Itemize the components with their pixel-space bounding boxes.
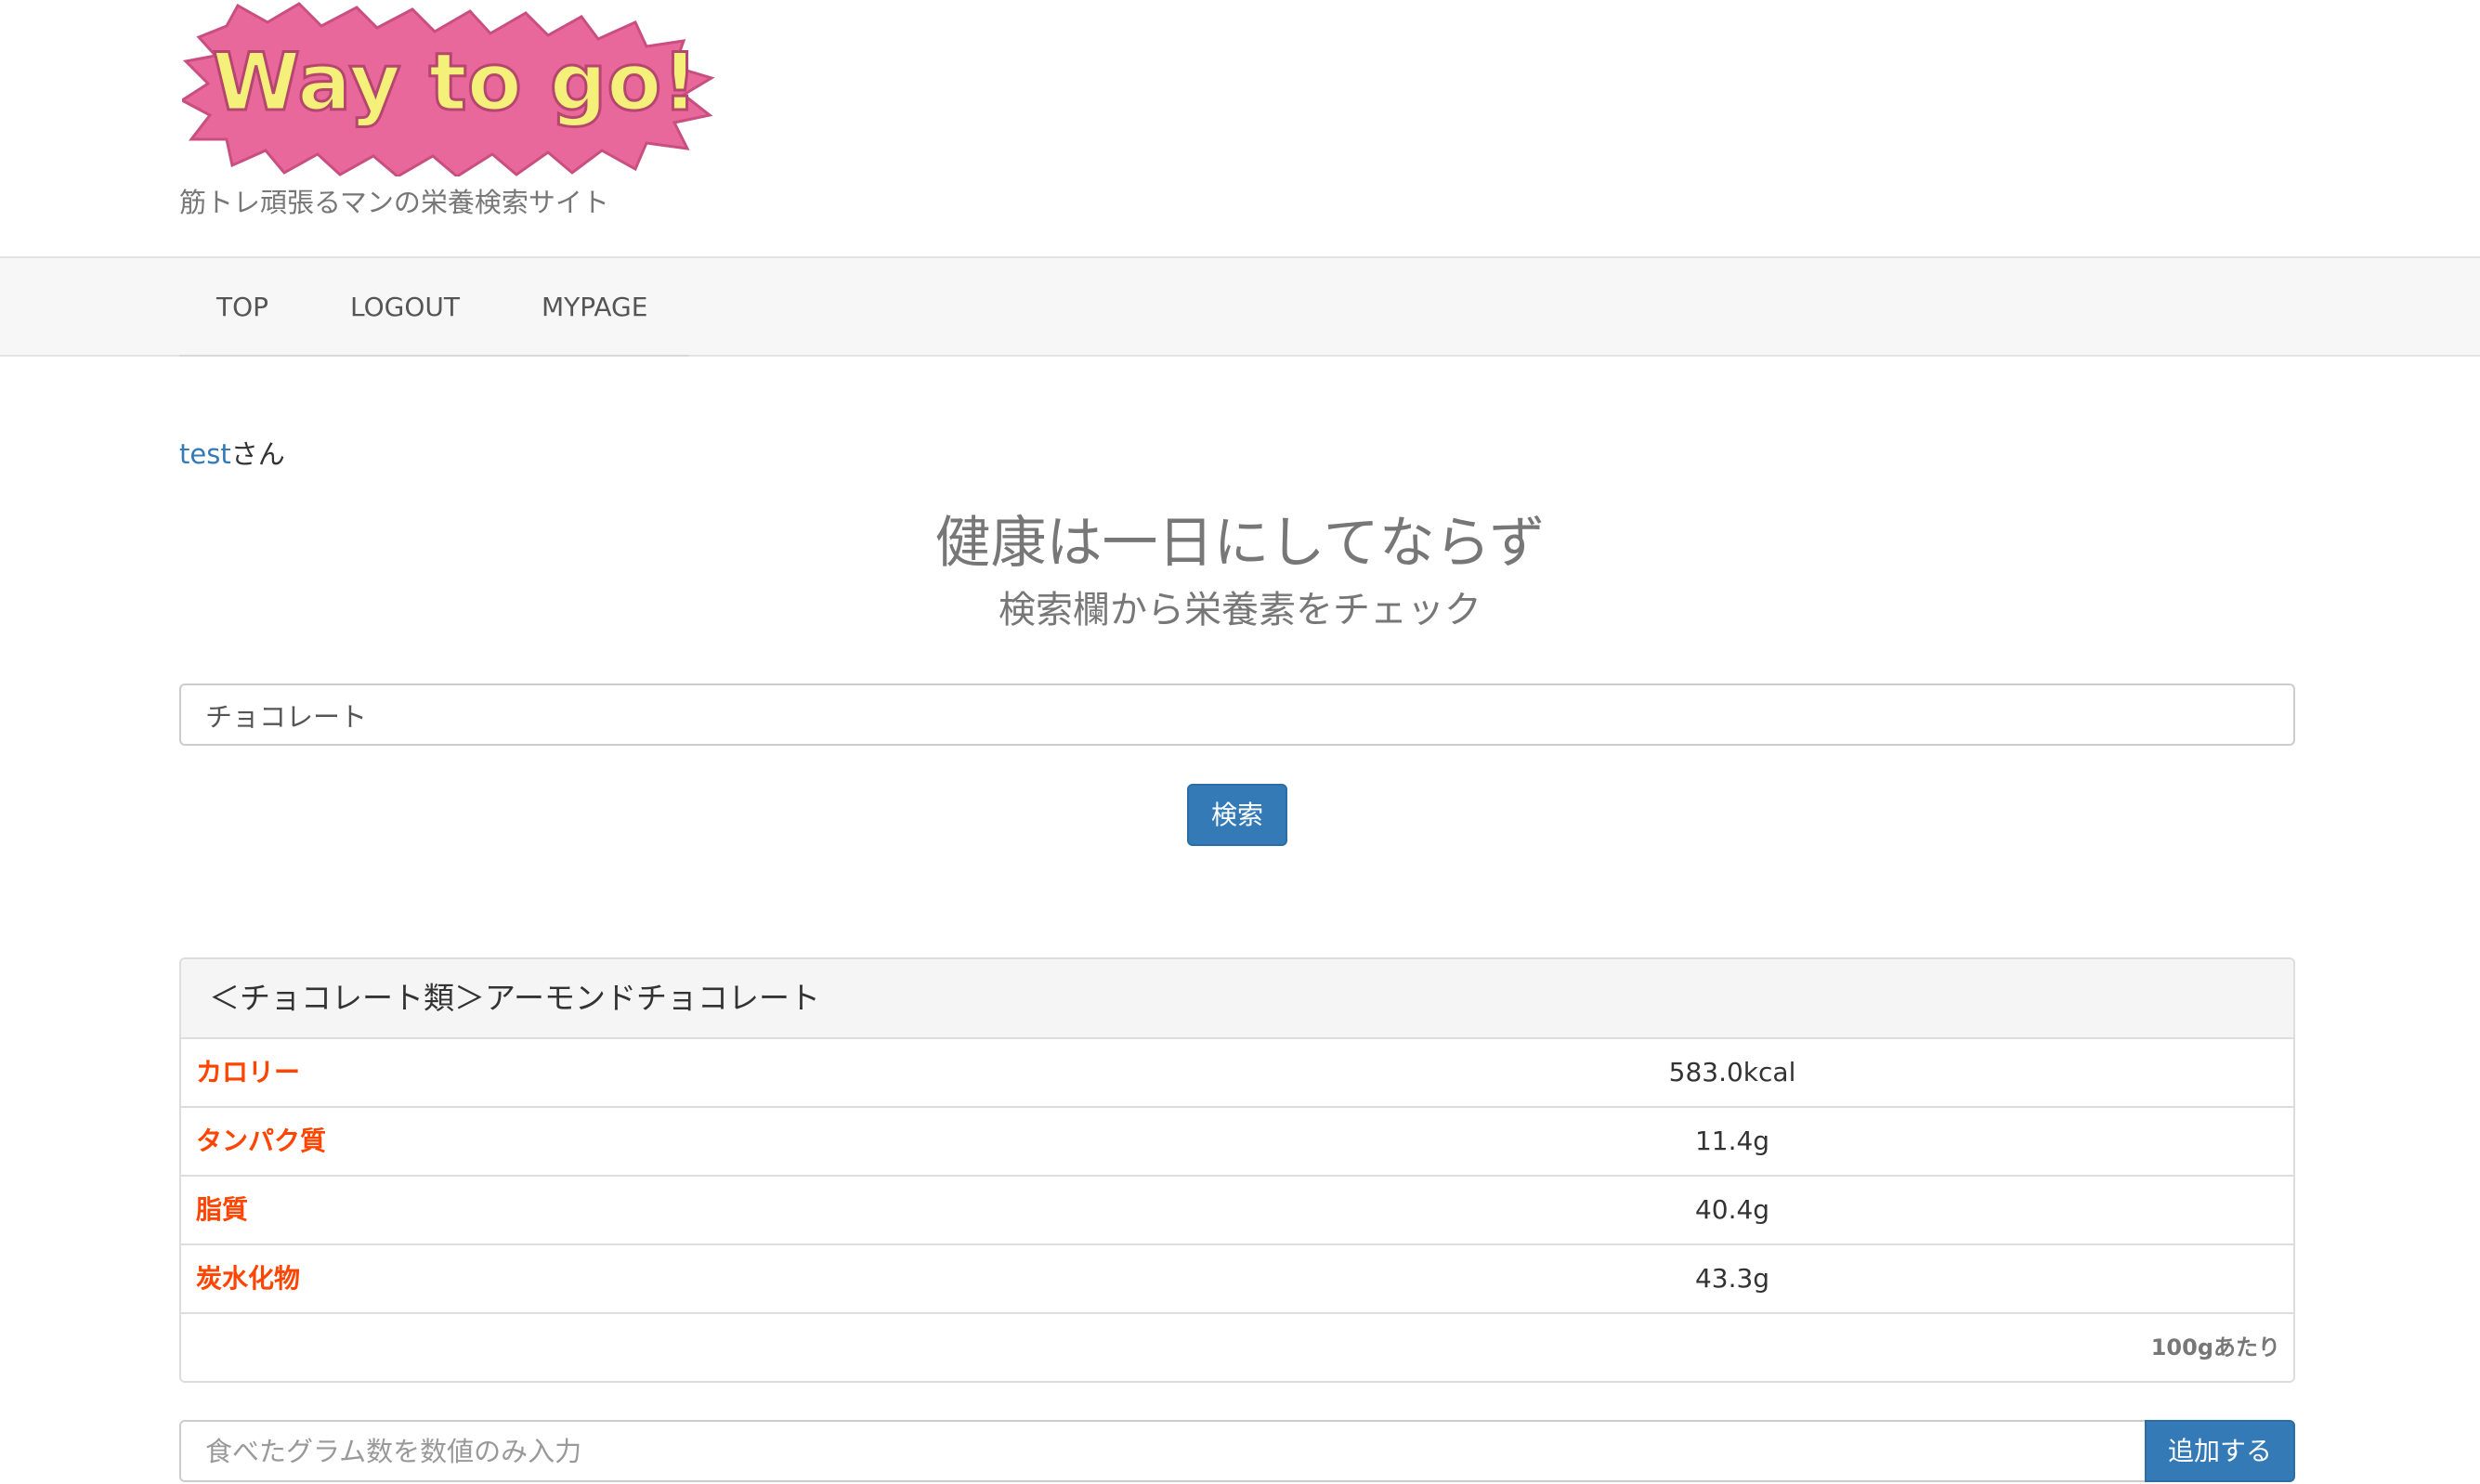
per-100g-note: 100gあたり — [2150, 1334, 2280, 1360]
nav-menu: TOP LOGOUT MYPAGE — [179, 258, 690, 357]
site-logo[interactable]: Way to go! — [182, 0, 728, 176]
nutrient-label: 炭水化物 — [196, 1263, 301, 1294]
panel-footer: 100gあたり — [181, 1314, 2293, 1381]
search-input[interactable] — [179, 683, 2295, 746]
add-button[interactable]: 追加する — [2145, 1420, 2295, 1482]
user-greeting: testさん — [179, 433, 285, 472]
page-title: 健康は一日にしてならず — [934, 511, 1546, 576]
nutrient-value: 40.4g — [1694, 1194, 1770, 1225]
nav-item-top[interactable]: TOP — [216, 292, 268, 322]
nutrient-value: 583.0kcal — [1668, 1057, 1796, 1087]
site-tagline: 筋トレ頑張るマンの栄養検索サイト — [179, 187, 609, 218]
grams-eaten-input[interactable] — [179, 1420, 2147, 1482]
nutrient-value: 43.3g — [1694, 1263, 1770, 1294]
nav-item-mypage[interactable]: MYPAGE — [542, 292, 647, 322]
logo-badge-icon: Way to go! — [182, 2, 715, 176]
page-subtitle: 検索欄から栄養素をチェック — [999, 589, 1481, 631]
nutrition-result-panel: ＜チョコレート類＞アーモンドチョコレート カロリー 583.0kcal タンパク… — [179, 957, 2295, 1383]
greeting-suffix: さん — [230, 438, 285, 470]
table-row: タンパク質 11.4g — [181, 1108, 2293, 1177]
table-row: 炭水化物 43.3g — [181, 1245, 2293, 1314]
food-name-heading: ＜チョコレート類＞アーモンドチョコレート — [181, 959, 2293, 1039]
nutrient-value: 11.4g — [1694, 1126, 1770, 1156]
nutrient-label: カロリー — [196, 1057, 301, 1087]
search-button[interactable]: 検索 — [1187, 784, 1287, 846]
table-row: カロリー 583.0kcal — [181, 1039, 2293, 1108]
logo-text: Way to go! — [212, 36, 698, 129]
nutrient-label: 脂質 — [196, 1194, 249, 1225]
table-row: 脂質 40.4g — [181, 1177, 2293, 1245]
navbar: TOP LOGOUT MYPAGE — [0, 256, 2480, 357]
username-link[interactable]: test — [179, 438, 231, 470]
nav-item-logout[interactable]: LOGOUT — [350, 292, 460, 322]
nutrient-label: タンパク質 — [196, 1126, 327, 1156]
page: Way to go! 筋トレ頑張るマンの栄養検索サイト TOP LOGOUT M… — [0, 0, 2480, 1484]
